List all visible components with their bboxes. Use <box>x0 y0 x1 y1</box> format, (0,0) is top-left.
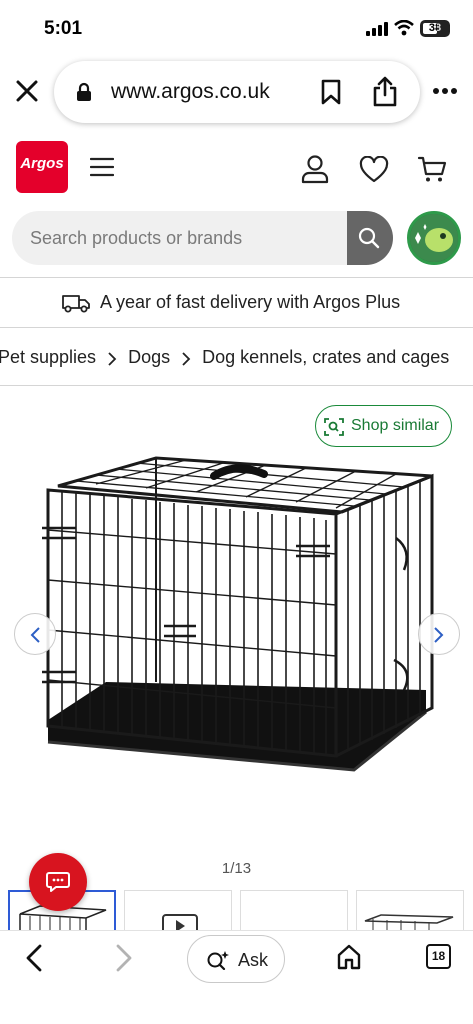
next-image-button[interactable] <box>418 613 460 655</box>
search-placeholder: Search products or brands <box>30 228 243 248</box>
tab-count: 18 <box>431 949 446 963</box>
mascot-icon <box>410 214 458 262</box>
delivery-text: A year of fast delivery with Argos Plus <box>100 292 401 312</box>
shop-similar-button[interactable]: Shop similar <box>315 405 452 447</box>
address-bar[interactable]: www.argos.co.uk <box>54 61 420 123</box>
wifi-icon <box>394 20 414 36</box>
thumbnail[interactable] <box>240 890 348 934</box>
breadcrumb-item[interactable]: Dog kennels, crates and cages <box>202 347 449 368</box>
search-input[interactable]: Search products or brands <box>12 211 348 265</box>
search-button[interactable] <box>347 211 393 265</box>
product-image[interactable] <box>36 450 436 795</box>
ask-button[interactable]: Ask <box>187 935 285 983</box>
delivery-banner[interactable]: A year of fast delivery with Argos Plus <box>0 278 473 327</box>
back-icon[interactable] <box>22 943 46 973</box>
forward-icon[interactable] <box>112 943 136 973</box>
ask-sparkle-icon <box>207 951 229 970</box>
share-icon[interactable] <box>372 75 398 107</box>
breadcrumb-item[interactable]: Pet supplies <box>0 347 96 368</box>
search-icon <box>358 227 380 249</box>
van-icon <box>62 295 90 313</box>
tabs-button[interactable]: 18 <box>426 944 451 969</box>
argos-logo[interactable]: Argos <box>16 141 68 193</box>
battery-level: 38 <box>428 22 442 34</box>
divider <box>0 327 473 328</box>
home-icon[interactable] <box>336 944 362 970</box>
basket-icon[interactable] <box>417 154 447 184</box>
more-icon[interactable] <box>432 86 458 96</box>
ask-label: Ask <box>238 950 269 970</box>
breadcrumb-item[interactable]: Dogs <box>128 347 170 368</box>
divider <box>0 385 473 386</box>
visual-search-icon <box>324 418 344 436</box>
chat-icon <box>46 872 70 892</box>
chevron-right-icon <box>108 352 117 366</box>
status-time: 5:01 <box>44 18 83 39</box>
lock-icon <box>77 82 91 101</box>
chat-button[interactable] <box>29 853 87 911</box>
signal-icon <box>366 22 388 36</box>
account-icon[interactable] <box>300 154 330 184</box>
thumbnail[interactable] <box>356 890 464 934</box>
status-bar: 5:01 38 <box>0 0 473 54</box>
video-thumbnail-icon <box>162 914 198 934</box>
shop-similar-label: Shop similar <box>351 417 440 434</box>
url-text[interactable]: www.argos.co.uk <box>111 80 270 104</box>
battery-indicator: 38 <box>420 20 450 37</box>
thumbnail-video[interactable] <box>124 890 232 934</box>
close-icon[interactable] <box>12 76 42 106</box>
heart-icon[interactable] <box>359 156 389 184</box>
logo-text: Argos <box>20 155 64 172</box>
browser-toolbar: Ask 18 <box>0 930 473 1024</box>
breadcrumb: Pet supplies Dogs Dog kennels, crates an… <box>0 346 449 370</box>
menu-icon[interactable] <box>90 157 114 177</box>
chevron-left-icon <box>30 627 40 643</box>
chevron-right-icon <box>434 627 444 643</box>
bookmark-icon[interactable] <box>319 79 343 105</box>
previous-image-button[interactable] <box>14 613 56 655</box>
avatar[interactable] <box>407 211 461 265</box>
chevron-right-icon <box>182 352 191 366</box>
thumbnail-image <box>364 914 454 934</box>
